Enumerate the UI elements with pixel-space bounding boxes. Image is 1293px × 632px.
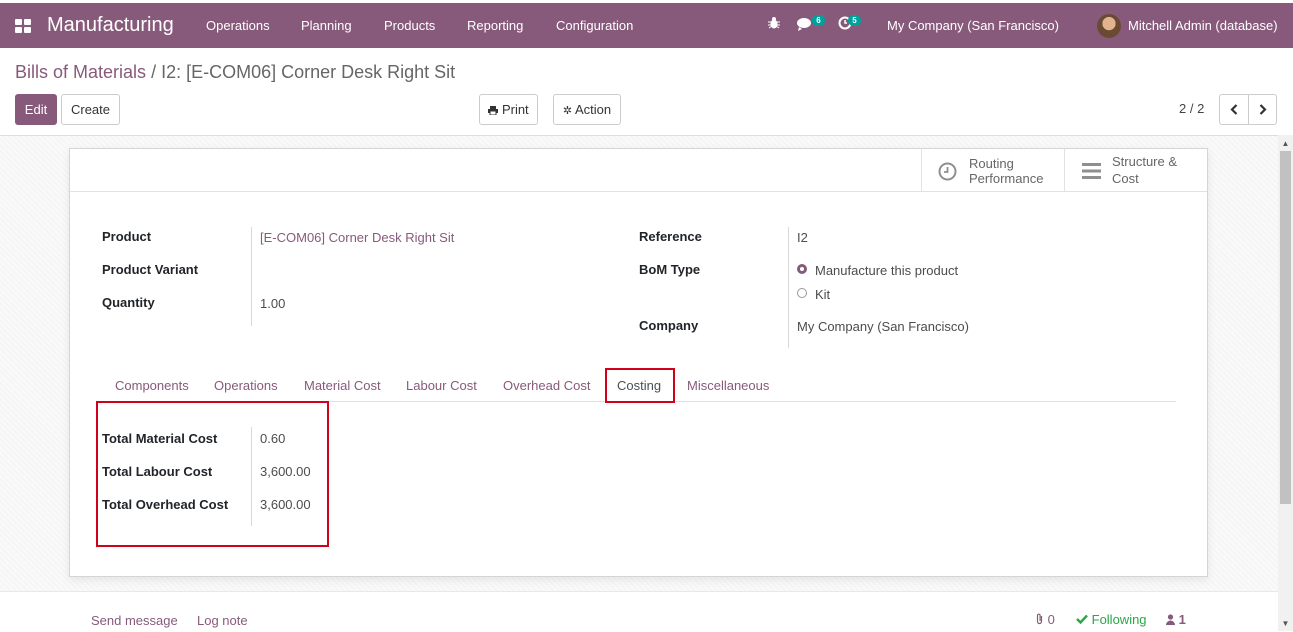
bom-type-kit-label[interactable]: Kit	[815, 287, 830, 302]
costing-divider	[251, 427, 252, 526]
bom-type-manufacture-label[interactable]: Manufacture this product	[815, 263, 958, 278]
print-button[interactable]: Print	[479, 94, 538, 125]
total-material-cost-value: 0.60	[260, 431, 286, 446]
total-overhead-cost-value: 3,600.00	[260, 497, 311, 512]
total-overhead-cost-label: Total Overhead Cost	[102, 497, 229, 512]
tab-costing[interactable]: Costing	[617, 378, 661, 393]
followers-button[interactable]: 1	[1166, 612, 1186, 627]
print-icon	[488, 106, 499, 116]
pager-next-button[interactable]	[1248, 94, 1277, 125]
field-divider	[251, 227, 252, 326]
scroll-down-arrow-icon[interactable]: ▼	[1280, 619, 1291, 628]
tab-components[interactable]: Components	[115, 378, 189, 393]
user-icon	[1166, 612, 1179, 627]
product-field[interactable]: [E-COM06] Corner Desk Right Sit	[260, 230, 454, 245]
field-divider-right	[788, 227, 789, 348]
list-bars-icon	[1082, 163, 1101, 182]
reference-field[interactable]: I2	[797, 230, 808, 245]
app-name[interactable]: Manufacturing	[47, 14, 174, 37]
reference-label: Reference	[639, 229, 702, 244]
user-avatar[interactable]	[1097, 14, 1121, 38]
company-switcher[interactable]: My Company (San Francisco)	[887, 18, 1059, 33]
attachments-count: 0	[1047, 612, 1055, 627]
followers-count: 1	[1178, 612, 1186, 627]
pager-previous-button[interactable]	[1219, 94, 1249, 125]
apps-menu-icon[interactable]	[15, 19, 31, 33]
tab-labour-cost[interactable]: Labour Cost	[406, 378, 477, 393]
product-variant-label: Product Variant	[102, 262, 199, 277]
structure-label-line1: Structure &	[1112, 154, 1178, 169]
total-labour-cost-value: 3,600.00	[260, 464, 311, 479]
menu-planning[interactable]: Planning	[301, 18, 352, 33]
send-message-button[interactable]: Send message	[91, 613, 178, 628]
check-icon	[1076, 612, 1092, 627]
clock-icon	[938, 162, 957, 184]
gear-icon: ✲	[562, 105, 573, 117]
debug-bug-icon[interactable]	[768, 16, 780, 33]
messages-count-badge: 6	[812, 15, 825, 26]
following-button[interactable]: Following	[1076, 612, 1147, 627]
routing-label-line1: Routing	[969, 156, 1014, 171]
menu-reporting[interactable]: Reporting	[467, 18, 523, 33]
scroll-up-arrow-icon[interactable]: ▲	[1280, 139, 1291, 148]
smart-button-box: Routing Performance Structure & Cost	[68, 149, 1207, 192]
print-label: Print	[501, 102, 529, 117]
paperclip-icon	[1035, 612, 1048, 627]
bom-type-label: BoM Type	[639, 262, 701, 277]
log-note-button[interactable]: Log note	[197, 613, 248, 628]
edit-button[interactable]: Edit	[15, 94, 57, 125]
tab-operations[interactable]: Operations	[214, 378, 278, 393]
tab-overhead-cost[interactable]: Overhead Cost	[503, 378, 590, 393]
top-navbar: Manufacturing Operations Planning Produc…	[0, 3, 1293, 48]
user-menu[interactable]: Mitchell Admin (database)	[1128, 18, 1278, 33]
page-title: I2: [E-COM06] Corner Desk Right Sit	[161, 62, 456, 82]
product-label: Product	[102, 229, 152, 244]
scrollbar-thumb[interactable]	[1280, 151, 1291, 504]
quantity-label: Quantity	[102, 295, 155, 310]
menu-products[interactable]: Products	[384, 18, 435, 33]
structure-cost-button[interactable]: Structure & Cost	[1064, 149, 1207, 192]
tab-material-cost[interactable]: Material Cost	[304, 378, 381, 393]
pager-value[interactable]: 2 / 2	[1179, 101, 1204, 116]
action-label: Action	[574, 102, 612, 117]
breadcrumb-separator: /	[151, 62, 157, 82]
structure-label-line2: Cost	[1112, 171, 1139, 186]
attachments-button[interactable]: 0	[1035, 612, 1055, 627]
action-button[interactable]: ✲ Action	[553, 94, 621, 125]
chevron-left-icon	[1230, 102, 1238, 117]
company-field[interactable]: My Company (San Francisco)	[797, 319, 969, 334]
routing-label-line2: Performance	[969, 171, 1044, 186]
quantity-field[interactable]: 1.00	[260, 296, 285, 311]
following-label: Following	[1091, 612, 1147, 627]
tab-miscellaneous[interactable]: Miscellaneous	[687, 378, 769, 393]
routing-performance-button[interactable]: Routing Performance	[921, 149, 1064, 192]
breadcrumb: Bills of Materials / I2: [E-COM06] Corne…	[15, 62, 455, 83]
create-button[interactable]: Create	[61, 94, 120, 125]
activities-count-badge: 5	[848, 15, 861, 26]
total-material-cost-label: Total Material Cost	[102, 431, 218, 446]
company-label: Company	[639, 318, 699, 333]
breadcrumb-parent[interactable]: Bills of Materials	[15, 62, 146, 82]
messages-icon[interactable]	[797, 17, 813, 34]
menu-configuration[interactable]: Configuration	[556, 18, 633, 33]
chevron-right-icon	[1259, 102, 1267, 117]
menu-operations[interactable]: Operations	[206, 18, 270, 33]
bom-type-manufacture-radio[interactable]	[797, 264, 807, 274]
bom-type-kit-radio[interactable]	[797, 288, 807, 298]
total-labour-cost-label: Total Labour Cost	[102, 464, 213, 479]
